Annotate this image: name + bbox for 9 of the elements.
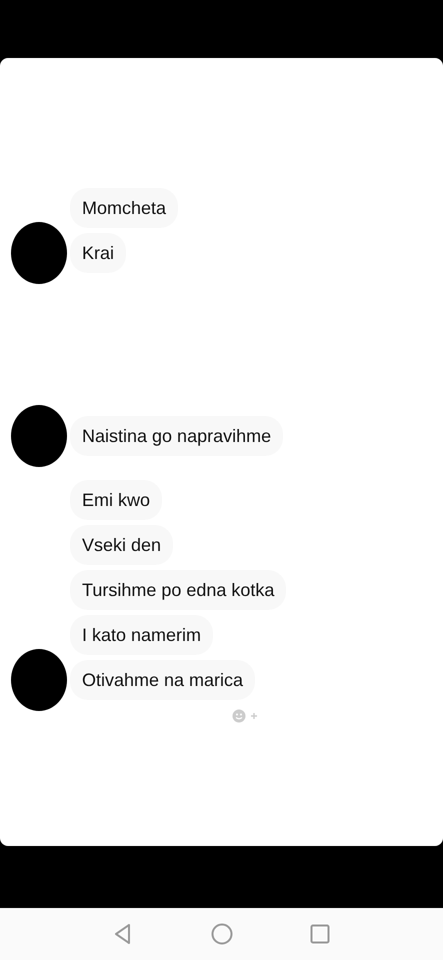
message-bubble: Vseki den [70, 525, 174, 565]
message-bubble: Naistina go napravihme [70, 416, 284, 456]
message-bubble: Krai [70, 233, 126, 273]
message-bubble: I kato namerim [70, 615, 214, 655]
message-bubble: Emi kwo [70, 480, 162, 520]
message-bubble: Tursihme po edna kotka [70, 570, 286, 610]
add-reaction-icon[interactable] [232, 709, 258, 723]
message-bubble: Otivahme na marica [70, 660, 256, 700]
message-bubble: Momcheta [70, 188, 178, 228]
